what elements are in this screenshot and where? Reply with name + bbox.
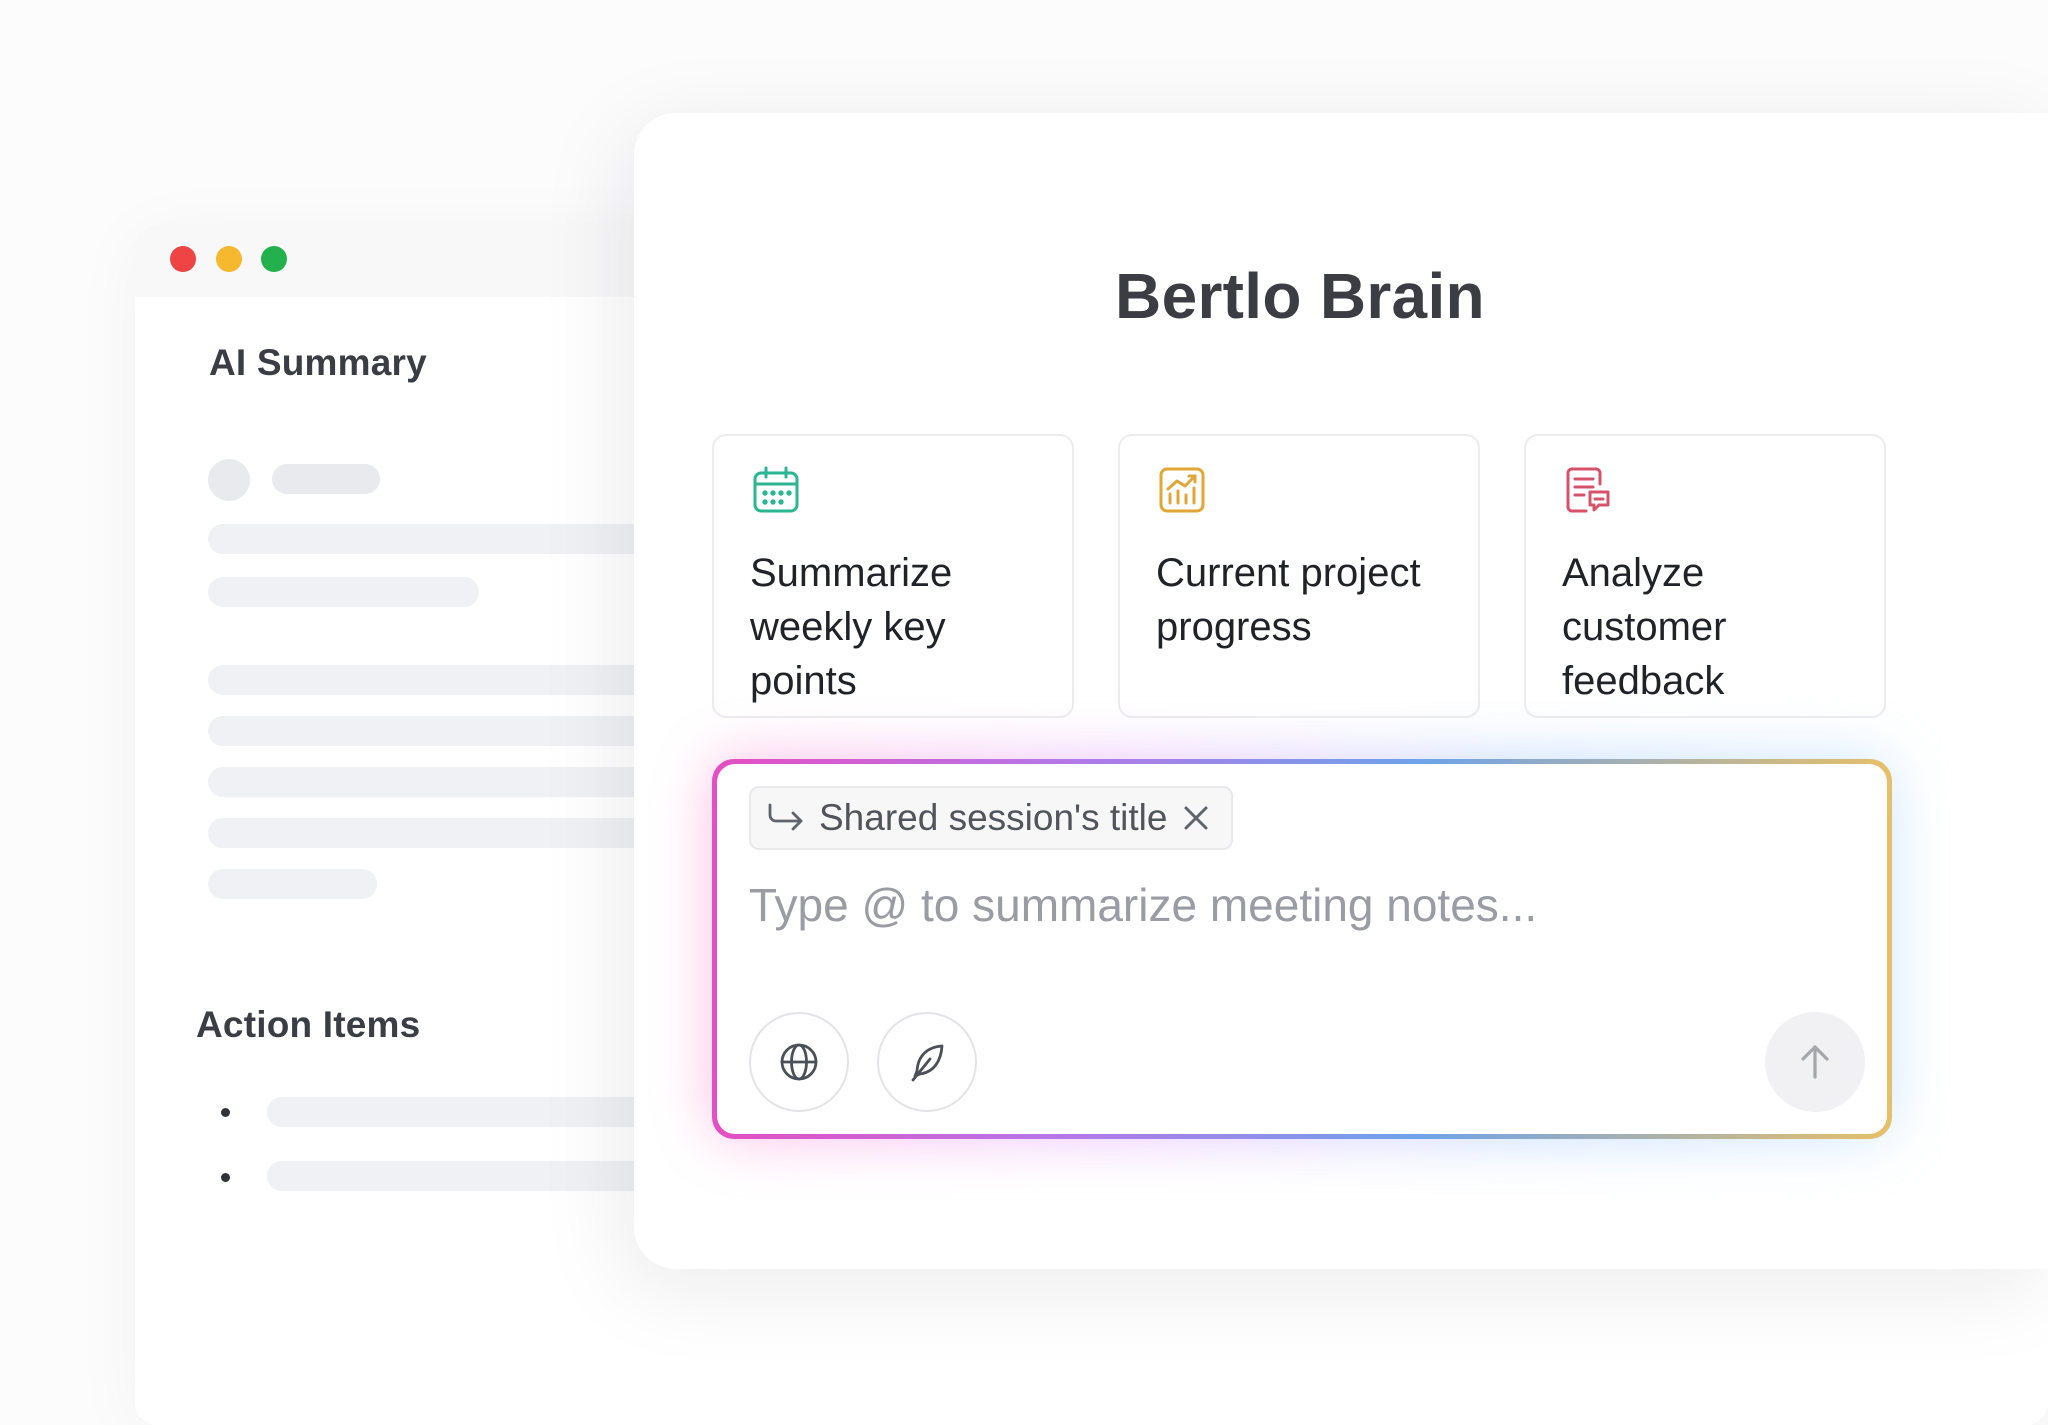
suggestion-card-customer-feedback[interactable]: Analyze customer feedback [1524,434,1886,718]
shared-session-chip[interactable]: Shared session's title [749,786,1234,850]
brand-title: Bertlo Brain [1115,260,1485,332]
document-feedback-icon [1566,467,1610,513]
ai-summary-heading: AI Summary [209,342,427,383]
chat-composer-body: Shared session's title [717,764,1887,1134]
suggestion-card-label: Summarize weekly key points [750,551,953,703]
suggestion-card-label: Current project progress [1156,551,1421,649]
window-maximize-button[interactable] [261,246,287,272]
skeleton-line [208,665,668,695]
skeleton-action-item [267,1097,687,1127]
message-input[interactable] [749,872,1829,938]
feather-icon [911,1044,944,1082]
action-items-heading: Action Items [196,1004,421,1045]
bullet-dot [221,1173,230,1182]
skeleton-line [208,869,377,899]
window-close-button[interactable] [170,246,196,272]
ai-assistant-panel: Bertlo Brain Summarize weekly key points [634,113,2048,1269]
arrow-up-icon [1801,1045,1829,1079]
shared-session-chip-label: Shared session's title [819,797,1168,838]
skeleton-line [208,524,668,554]
globe-icon [780,1043,818,1081]
skeleton-pill [272,464,380,494]
suggestion-card-label: Analyze customer feedback [1562,551,1727,703]
skeleton-line [208,716,668,746]
skeleton-avatar [208,459,250,501]
suggestion-card-project-progress[interactable]: Current project progress [1118,434,1480,718]
forward-arrow-icon [768,803,803,831]
skeleton-line [208,818,668,848]
skeleton-action-item [267,1161,687,1191]
send-button[interactable] [1765,1012,1865,1112]
writing-style-button[interactable] [877,1012,977,1112]
skeleton-line [208,767,668,797]
calendar-icon [753,466,799,513]
web-search-button[interactable] [749,1012,849,1112]
window-minimize-button[interactable] [216,246,242,272]
chart-icon [1159,467,1205,513]
bullet-dot [221,1108,230,1117]
chat-composer: Shared session's title [712,759,1892,1139]
suggestion-card-weekly-summary[interactable]: Summarize weekly key points [712,434,1074,718]
skeleton-line [208,577,479,607]
close-icon[interactable] [1179,801,1213,835]
